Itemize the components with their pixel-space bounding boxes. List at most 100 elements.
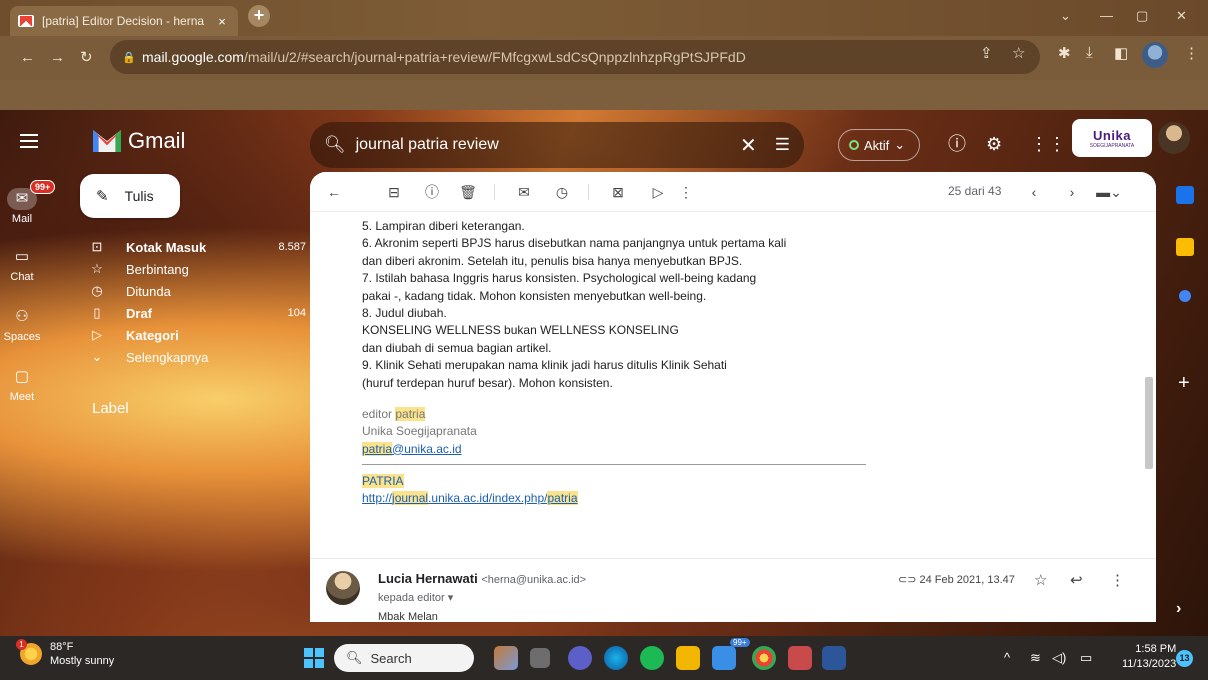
link-part[interactable]: journal [392, 491, 429, 506]
back-to-search-icon[interactable]: ← [324, 182, 344, 202]
file-explorer-icon[interactable] [676, 646, 700, 670]
notification-badge[interactable]: 13 [1176, 650, 1193, 667]
report-spam-icon[interactable]: ⓘ [422, 182, 442, 202]
nav-snoozed[interactable]: ◷ Ditunda [80, 282, 310, 300]
rail-spaces[interactable]: ⚇ Spaces [0, 306, 44, 343]
battery-icon[interactable]: ▭ [1080, 650, 1092, 666]
scrollbar-thumb[interactable] [1145, 377, 1153, 469]
newer-icon[interactable]: ‹ [1024, 182, 1044, 202]
forward-icon[interactable]: → [50, 50, 65, 66]
side-panel-icon[interactable]: ◧ [1114, 44, 1128, 62]
archive-icon[interactable]: ⊟ [384, 182, 404, 202]
word-icon[interactable] [822, 646, 846, 670]
window-close-icon[interactable]: ✕ [1176, 8, 1187, 24]
gmail-wordmark[interactable]: Gmail [128, 128, 185, 154]
calendar-icon[interactable] [1176, 186, 1194, 204]
main-menu-icon[interactable] [20, 134, 38, 152]
recipient-line[interactable]: kepada editor ▾ [378, 591, 453, 604]
nav-categories[interactable]: ▷ Kategori [80, 326, 310, 344]
gmail-logo-icon[interactable] [93, 130, 121, 152]
sender-name: Lucia Hernawati [378, 571, 478, 586]
tab-close-icon[interactable]: × [214, 14, 230, 29]
tab-title: [patria] Editor Decision - herna [42, 14, 205, 28]
delete-icon[interactable]: 🗑︎ [458, 182, 478, 202]
journal-link[interactable]: http://journal.unika.ac.id/index.php/pat… [362, 490, 1142, 507]
browser-profile-avatar[interactable] [1142, 42, 1168, 68]
add-addon-icon[interactable]: + [1178, 372, 1190, 395]
tray-overflow-icon[interactable]: ^ [1004, 650, 1010, 665]
browser-menu-icon[interactable]: ⋮ [1184, 44, 1199, 62]
snooze-icon[interactable]: ◷ [552, 182, 572, 202]
keep-icon[interactable] [1176, 238, 1194, 256]
new-tab-button[interactable]: + [248, 5, 270, 27]
rail-chat[interactable]: ▭ Chat [0, 246, 44, 283]
older-icon[interactable]: › [1062, 182, 1082, 202]
start-button-icon[interactable] [304, 648, 324, 668]
nav-inbox[interactable]: ⊡ Kotak Masuk 8.587 [80, 238, 310, 256]
nav-label: Kategori [126, 327, 179, 343]
more-options-icon[interactable]: ⋮ [1110, 571, 1125, 589]
more-options-icon[interactable]: ⋮ [676, 182, 696, 202]
compose-button[interactable]: ✎ Tulis [80, 174, 180, 218]
search-bar[interactable]: 🔍︎ journal patria review ✕ ☰ [310, 122, 804, 168]
next-message-header[interactable]: Lucia Hernawati <herna@unika.ac.id> kepa… [310, 558, 1156, 622]
nav-more[interactable]: ⌄ Selengkapnya [80, 348, 310, 366]
reload-icon[interactable]: ↻ [80, 50, 93, 66]
email-user[interactable]: patria [362, 441, 393, 456]
sender-email: <herna@unika.ac.id> [481, 574, 587, 586]
account-avatar[interactable] [1158, 122, 1190, 154]
clear-search-icon[interactable]: ✕ [740, 133, 757, 158]
share-icon[interactable]: ⇪ [980, 44, 993, 62]
maximize-icon[interactable]: ▢ [1136, 8, 1148, 24]
rail-meet[interactable]: ▢ Meet [0, 366, 44, 403]
contacts-icon[interactable] [1179, 290, 1191, 302]
mark-unread-icon[interactable]: ✉ [514, 182, 534, 202]
snipping-tool-icon[interactable] [788, 646, 812, 670]
apps-grid-icon[interactable]: ⋮⋮ [1030, 134, 1066, 154]
settings-gear-icon[interactable]: ⚙ [986, 134, 1002, 154]
task-view-icon[interactable] [530, 648, 550, 668]
reply-icon[interactable]: ↩ [1070, 571, 1083, 589]
nav-starred[interactable]: ☆ Berbintang [80, 260, 310, 278]
email-domain[interactable]: @unika.ac.id [392, 442, 462, 456]
help-icon[interactable]: ⓘ [948, 134, 966, 154]
teams-icon[interactable] [568, 646, 592, 670]
weather-widget[interactable]: 1 88°F Mostly sunny [16, 639, 114, 668]
wifi-icon[interactable]: ≋ [1030, 650, 1041, 666]
edge-icon[interactable] [604, 646, 628, 670]
volume-icon[interactable]: ◁) [1052, 650, 1066, 666]
rail-mail[interactable]: ✉ 99+ Mail [0, 180, 56, 225]
system-clock[interactable]: 1:58 PM 11/13/2023 [1122, 642, 1176, 672]
link-part[interactable]: http:// [362, 491, 392, 505]
widgets-app-icon[interactable] [494, 646, 518, 670]
move-to-icon[interactable]: ⊠ [608, 182, 628, 202]
input-tools-icon[interactable]: ▬⌄ [1094, 182, 1124, 202]
taskbar-search-label: Search [370, 650, 412, 666]
tab-search-icon[interactable]: ⌄ [1060, 8, 1071, 24]
minimize-icon[interactable]: — [1100, 8, 1113, 23]
search-options-icon[interactable]: ☰ [775, 135, 790, 155]
nav-drafts[interactable]: ▯ Draf 104 [80, 304, 310, 322]
label-as-icon[interactable]: ▷ [648, 182, 668, 202]
spotify-icon[interactable] [640, 646, 664, 670]
chrome-icon[interactable] [752, 646, 776, 670]
browser-tab[interactable]: [patria] Editor Decision - herna × [10, 6, 238, 36]
mail-app-icon[interactable] [712, 646, 736, 670]
star-icon[interactable]: ☆ [1034, 571, 1047, 589]
search-input[interactable]: journal patria review [356, 136, 740, 154]
recipient-label: kepada editor [378, 592, 445, 604]
search-icon[interactable]: 🔍︎ [324, 135, 346, 155]
extensions-icon[interactable]: ✱ [1058, 44, 1071, 62]
taskbar-search[interactable]: 🔍︎ Search [334, 644, 474, 672]
org-logo[interactable]: Unika SOEGIJAPRANATA [1072, 119, 1152, 157]
link-part[interactable]: patria [547, 491, 578, 506]
download-icon[interactable]: ⤓ [1086, 44, 1093, 61]
bookmark-star-icon[interactable]: ☆ [1012, 44, 1025, 62]
expand-side-panel-icon[interactable]: › [1176, 600, 1181, 618]
status-selector[interactable]: Aktif ⌄ [838, 129, 920, 161]
back-icon[interactable]: ← [20, 50, 35, 66]
signature-editor: editor patria [362, 406, 1142, 423]
link-part[interactable]: .unika.ac.id/index.php/ [428, 491, 547, 505]
address-bar[interactable]: 🔒 mail.google.com/mail/u/2/#search/journ… [110, 40, 1040, 74]
signature-email[interactable]: patria@unika.ac.id [362, 441, 1142, 458]
